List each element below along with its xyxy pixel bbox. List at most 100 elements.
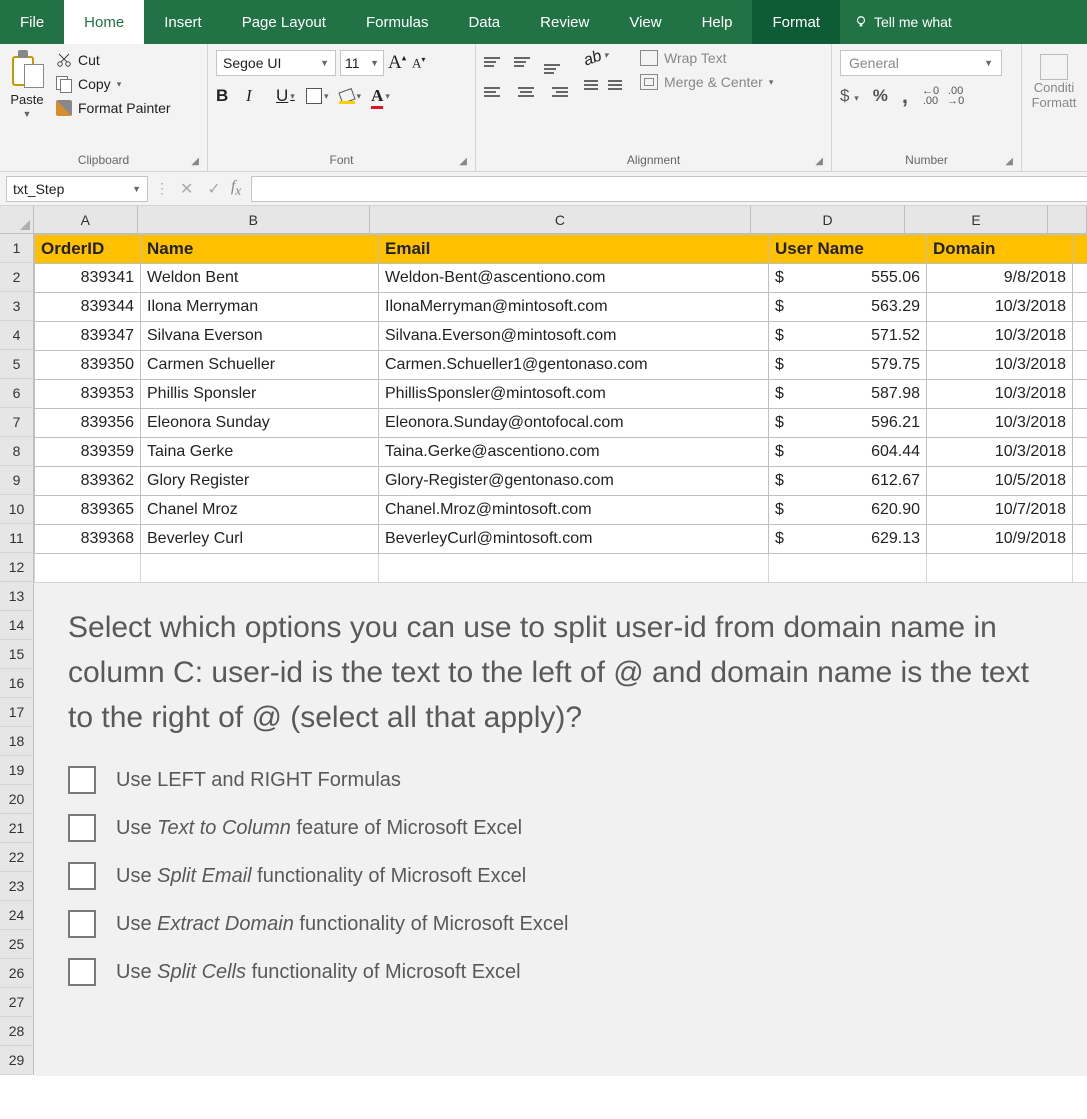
row-header[interactable]: 20 — [0, 785, 34, 814]
col-header-D[interactable]: D — [751, 206, 905, 234]
orientation-button[interactable]: ab▾ — [584, 50, 608, 68]
cell[interactable]: 839368 — [35, 525, 141, 554]
cell[interactable]: Silvana.Everson@mintosoft.com — [379, 322, 769, 351]
cell[interactable] — [379, 554, 769, 583]
cell[interactable]: IlonaMerryman@mintosoft.com — [379, 293, 769, 322]
tab-format[interactable]: Format — [752, 0, 840, 44]
cell[interactable] — [35, 554, 141, 583]
cell[interactable]: $604.44 — [769, 438, 927, 467]
row-header[interactable]: 22 — [0, 843, 34, 872]
cell[interactable]: $579.75 — [769, 351, 927, 380]
row-header[interactable]: 14 — [0, 611, 34, 640]
name-box[interactable]: txt_Step▼ — [6, 176, 148, 202]
cell[interactable]: Carmen.Schueller1@gentonaso.com — [379, 351, 769, 380]
cell[interactable]: PhillisSponsler@mintosoft.com — [379, 380, 769, 409]
row-header[interactable]: 6 — [0, 379, 34, 408]
tab-review[interactable]: Review — [520, 0, 609, 44]
cell[interactable]: Eleonora Sunday — [141, 409, 379, 438]
cell[interactable]: User Name — [769, 235, 927, 264]
wrap-text-button[interactable]: Wrap Text — [640, 50, 773, 66]
decrease-font-button[interactable]: A▾ — [412, 55, 432, 71]
cell[interactable]: Taina.Gerke@ascentiono.com — [379, 438, 769, 467]
tab-view[interactable]: View — [609, 0, 681, 44]
tab-help[interactable]: Help — [682, 0, 753, 44]
checkbox[interactable] — [68, 814, 96, 842]
row-header[interactable]: 17 — [0, 698, 34, 727]
row-header[interactable]: 7 — [0, 408, 34, 437]
increase-indent-button[interactable] — [608, 80, 626, 96]
row-header[interactable]: 2 — [0, 263, 34, 292]
row-header[interactable]: 21 — [0, 814, 34, 843]
cell[interactable]: $620.90 — [769, 496, 927, 525]
cell[interactable]: $571.52 — [769, 322, 927, 351]
cell[interactable]: Beverley Curl — [141, 525, 379, 554]
cancel-formula-button[interactable]: ✕ — [180, 179, 193, 199]
tab-page-layout[interactable]: Page Layout — [222, 0, 346, 44]
cell[interactable]: Glory Register — [141, 467, 379, 496]
font-size-select[interactable]: 11▼ — [340, 50, 384, 76]
cell[interactable]: 839353 — [35, 380, 141, 409]
checkbox[interactable] — [68, 766, 96, 794]
cell[interactable]: 10/3/2018 — [927, 380, 1073, 409]
dialog-launcher-icon[interactable]: ◢ — [815, 156, 823, 167]
row-header[interactable]: 3 — [0, 292, 34, 321]
row-header[interactable]: 16 — [0, 669, 34, 698]
cell[interactable] — [1073, 322, 1087, 351]
checkbox[interactable] — [68, 910, 96, 938]
tab-home[interactable]: Home — [64, 0, 144, 44]
row-header[interactable]: 12 — [0, 553, 34, 582]
cell[interactable] — [1073, 467, 1087, 496]
cell[interactable]: Phillis Sponsler — [141, 380, 379, 409]
cell[interactable]: Name — [141, 235, 379, 264]
cell[interactable]: 839365 — [35, 496, 141, 525]
cell[interactable] — [927, 554, 1073, 583]
cell[interactable] — [1073, 409, 1087, 438]
row-header[interactable]: 26 — [0, 959, 34, 988]
row-header[interactable]: 9 — [0, 466, 34, 495]
cell[interactable] — [141, 554, 379, 583]
formula-bar-input[interactable] — [251, 176, 1087, 202]
row-header[interactable]: 19 — [0, 756, 34, 785]
font-color-button[interactable]: A▾ — [371, 86, 391, 106]
cell[interactable]: Chanel Mroz — [141, 496, 379, 525]
row-header[interactable]: 10 — [0, 495, 34, 524]
row-header[interactable]: 24 — [0, 901, 34, 930]
row-header[interactable]: 13 — [0, 582, 34, 611]
tell-me-search[interactable]: Tell me what — [840, 0, 966, 44]
row-header[interactable]: 29 — [0, 1046, 34, 1075]
row-header[interactable]: 11 — [0, 524, 34, 553]
cell[interactable]: Chanel.Mroz@mintosoft.com — [379, 496, 769, 525]
cell[interactable]: $596.21 — [769, 409, 927, 438]
cell[interactable]: $587.98 — [769, 380, 927, 409]
tab-insert[interactable]: Insert — [144, 0, 222, 44]
dialog-launcher-icon[interactable]: ◢ — [1005, 156, 1013, 167]
col-header-F[interactable] — [1048, 206, 1087, 234]
row-header[interactable]: 15 — [0, 640, 34, 669]
enter-formula-button[interactable]: ✓ — [207, 179, 220, 199]
fill-color-button[interactable]: ▾ — [339, 88, 362, 104]
increase-font-button[interactable]: A▴ — [388, 52, 408, 74]
cell[interactable]: $612.67 — [769, 467, 927, 496]
cell[interactable]: Carmen Schueller — [141, 351, 379, 380]
cell[interactable] — [1073, 380, 1087, 409]
row-header[interactable]: 25 — [0, 930, 34, 959]
cell[interactable]: $563.29 — [769, 293, 927, 322]
cell[interactable]: 10/7/2018 — [927, 496, 1073, 525]
cell[interactable]: 839362 — [35, 467, 141, 496]
col-header-B[interactable]: B — [138, 206, 370, 234]
cell[interactable]: 10/3/2018 — [927, 409, 1073, 438]
cell[interactable] — [1073, 293, 1087, 322]
col-header-A[interactable]: A — [34, 206, 138, 234]
align-middle-button[interactable] — [514, 50, 538, 74]
cell[interactable]: Weldon Bent — [141, 264, 379, 293]
cell[interactable]: 10/5/2018 — [927, 467, 1073, 496]
col-header-C[interactable]: C — [370, 206, 751, 234]
italic-button[interactable]: I — [246, 86, 266, 106]
align-top-button[interactable] — [484, 50, 508, 74]
align-center-button[interactable] — [514, 80, 538, 104]
decrease-indent-button[interactable] — [584, 80, 602, 96]
col-header-E[interactable]: E — [905, 206, 1048, 234]
cell[interactable] — [1073, 351, 1087, 380]
cell[interactable]: 10/3/2018 — [927, 351, 1073, 380]
decrease-decimal-button[interactable]: .00→0 — [947, 86, 964, 106]
